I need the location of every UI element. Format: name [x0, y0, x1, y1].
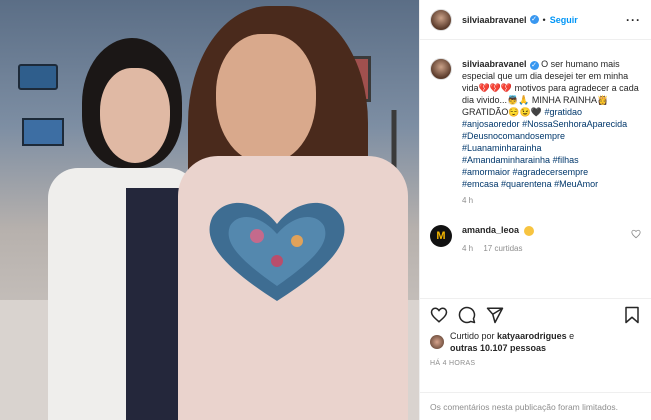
- hashtag[interactable]: #Amandaminharainha: [462, 155, 550, 165]
- hashtag[interactable]: #MeuAmor: [554, 179, 598, 189]
- heart-icon[interactable]: [430, 306, 448, 324]
- heart-icon[interactable]: [631, 229, 641, 239]
- hashtag[interactable]: #gratidao: [544, 107, 582, 117]
- likes-text: Curtido por katyaarodrigues e outras 10.…: [450, 330, 574, 354]
- comments-area: silviaabravanel ✓ O ser humano mais espec…: [420, 40, 651, 298]
- post-sidebar: silviaabravanel ✓ • Seguir ··· silviaabr…: [419, 0, 651, 420]
- post-timestamp[interactable]: HÁ 4 HORAS: [420, 354, 651, 367]
- caption-text: silviaabravanel ✓ O ser humano mais espec…: [462, 58, 641, 190]
- face: [216, 34, 316, 164]
- username[interactable]: silviaabravanel: [462, 15, 527, 25]
- hashtag[interactable]: #quarentena: [501, 179, 552, 189]
- verified-icon: ✓: [529, 61, 539, 70]
- hashtag[interactable]: #Deusnocomandosempre: [462, 131, 565, 141]
- hashtag[interactable]: #agradecersempre: [513, 167, 589, 177]
- comment: M amanda_leoa 4 h 17 curtidas: [430, 225, 641, 253]
- hashtag[interactable]: #filhas: [553, 155, 579, 165]
- caption-username[interactable]: silviaabravanel: [462, 59, 527, 69]
- caption-time: 4 h: [462, 196, 474, 205]
- avatar[interactable]: [430, 8, 452, 31]
- comment-meta: 4 h 17 curtidas: [462, 244, 612, 253]
- action-bar: [420, 298, 651, 330]
- verified-icon: ✓: [529, 15, 539, 24]
- likes-summary: Curtido por katyaarodrigues e outras 10.…: [420, 330, 651, 354]
- hashtag[interactable]: #amormaior: [462, 167, 510, 177]
- more-icon[interactable]: ···: [626, 13, 641, 27]
- comment-username[interactable]: amanda_leoa: [462, 225, 519, 235]
- person-right: [168, 6, 418, 420]
- avatar[interactable]: [430, 335, 444, 349]
- likes-others[interactable]: outras 10.107 pessoas: [450, 343, 546, 353]
- hashtag[interactable]: #emcasa: [462, 179, 499, 189]
- comment-icon[interactable]: [458, 306, 476, 324]
- comments-limited-notice: Os comentários nesta publicação foram li…: [420, 392, 651, 420]
- likes-connector: e: [569, 331, 575, 341]
- smile-emoji-icon: [523, 225, 534, 236]
- post-photo[interactable]: [0, 0, 419, 420]
- avatar[interactable]: [430, 58, 452, 80]
- comment-likes[interactable]: 17 curtidas: [483, 244, 522, 253]
- separator-dot: •: [542, 14, 546, 25]
- hashtag[interactable]: #Luanaminharainha: [462, 143, 542, 153]
- heart-print: [209, 202, 345, 301]
- comment-avatar[interactable]: M: [430, 225, 452, 247]
- share-icon[interactable]: [486, 306, 504, 324]
- follow-button[interactable]: Seguir: [550, 15, 578, 25]
- hashtag[interactable]: #anjosaoredor: [462, 119, 520, 129]
- hashtag[interactable]: #NossaSenhoraAparecida: [522, 119, 627, 129]
- likes-prefix: Curtido por: [450, 331, 495, 341]
- bookmark-icon[interactable]: [623, 306, 641, 324]
- liker-username[interactable]: katyaarodrigues: [497, 331, 567, 341]
- comment-body: amanda_leoa 4 h 17 curtidas: [462, 225, 612, 253]
- face: [100, 68, 170, 163]
- comment-time: 4 h: [462, 243, 474, 253]
- caption: silviaabravanel ✓ O ser humano mais espec…: [430, 58, 641, 190]
- post-header: silviaabravanel ✓ • Seguir ···: [420, 0, 651, 40]
